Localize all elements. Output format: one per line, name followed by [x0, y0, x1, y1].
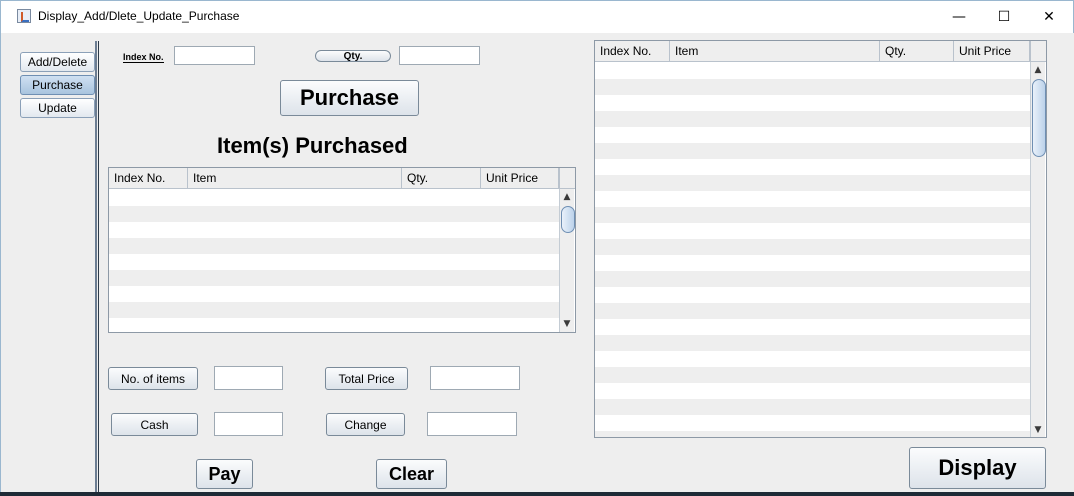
table-row[interactable]: [595, 79, 1030, 95]
table-row[interactable]: [595, 239, 1030, 255]
java-app-icon: [17, 9, 31, 23]
scroll-down-icon[interactable]: ▼: [560, 316, 574, 331]
table-row[interactable]: [595, 287, 1030, 303]
cash-field[interactable]: [214, 412, 283, 436]
tab-purchase[interactable]: Purchase: [20, 75, 95, 95]
table-row[interactable]: [109, 318, 559, 332]
no-of-items-field[interactable]: [214, 366, 283, 390]
index-no-label: Index No.: [123, 52, 164, 63]
total-price-button[interactable]: Total Price: [325, 367, 408, 390]
table-row[interactable]: [595, 399, 1030, 415]
no-of-items-button[interactable]: No. of items: [108, 367, 198, 390]
table-row[interactable]: [595, 191, 1030, 207]
content-area: Add/Delete Purchase Update Index No. Qty…: [2, 33, 1074, 496]
table-row[interactable]: [595, 319, 1030, 335]
app-window: Display_Add/Dlete_Update_Purchase — ☐ ✕ …: [0, 0, 1074, 496]
table-row[interactable]: [595, 383, 1030, 399]
vertical-scrollbar[interactable]: ▲ ▼: [1030, 62, 1046, 437]
table-row[interactable]: [109, 302, 559, 318]
column-header-unit-price[interactable]: Unit Price: [481, 168, 559, 189]
window-title: Display_Add/Dlete_Update_Purchase: [38, 9, 240, 23]
table-row[interactable]: [109, 286, 559, 302]
table-row[interactable]: [595, 415, 1030, 431]
table-row[interactable]: [595, 159, 1030, 175]
table-row[interactable]: [109, 270, 559, 286]
table-row[interactable]: [595, 95, 1030, 111]
table-row[interactable]: [595, 223, 1030, 239]
table-rows: [595, 63, 1030, 437]
column-header-item[interactable]: Item: [188, 168, 402, 189]
minimize-button[interactable]: —: [936, 1, 982, 33]
pay-button[interactable]: Pay: [196, 459, 253, 489]
table-row[interactable]: [595, 111, 1030, 127]
vertical-scrollbar[interactable]: ▲ ▼: [559, 189, 575, 332]
total-price-field[interactable]: [430, 366, 520, 390]
table-row[interactable]: [595, 431, 1030, 437]
table-row[interactable]: [595, 351, 1030, 367]
change-field[interactable]: [427, 412, 517, 436]
column-header-qty[interactable]: Qty.: [880, 41, 954, 62]
table-row[interactable]: [109, 238, 559, 254]
table-row[interactable]: [109, 190, 559, 206]
purchased-items-table[interactable]: Index No. Item Qty. Unit Price ▲ ▼: [108, 167, 576, 333]
column-header-index[interactable]: Index No.: [595, 41, 670, 62]
table-row[interactable]: [109, 222, 559, 238]
table-row[interactable]: [595, 255, 1030, 271]
table-row[interactable]: [595, 63, 1030, 79]
scroll-thumb[interactable]: [561, 206, 575, 233]
scroll-up-icon[interactable]: ▲: [560, 189, 574, 204]
tab-add-delete[interactable]: Add/Delete: [20, 52, 95, 72]
title-bar[interactable]: Display_Add/Dlete_Update_Purchase — ☐ ✕: [1, 1, 1073, 33]
clear-button[interactable]: Clear: [376, 459, 447, 489]
table-row[interactable]: [595, 303, 1030, 319]
scroll-thumb[interactable]: [1032, 79, 1046, 157]
column-header-item[interactable]: Item: [670, 41, 880, 62]
tab-divider: [95, 41, 97, 493]
table-row[interactable]: [595, 271, 1030, 287]
items-purchased-heading: Item(s) Purchased: [217, 133, 408, 158]
purchase-button[interactable]: Purchase: [280, 80, 419, 116]
scroll-down-icon[interactable]: ▼: [1031, 422, 1045, 437]
table-row[interactable]: [595, 175, 1030, 191]
column-header-index[interactable]: Index No.: [109, 168, 188, 189]
display-button[interactable]: Display: [909, 447, 1046, 489]
table-row[interactable]: [595, 367, 1030, 383]
cash-button[interactable]: Cash: [111, 413, 198, 436]
qty-field[interactable]: [399, 46, 480, 65]
table-rows: [109, 190, 559, 332]
qty-label-button[interactable]: Qty.: [315, 50, 391, 62]
table-header: Index No. Item Qty. Unit Price: [109, 168, 559, 189]
tab-update[interactable]: Update: [20, 98, 95, 118]
table-row[interactable]: [595, 127, 1030, 143]
column-header-qty[interactable]: Qty.: [402, 168, 481, 189]
close-button[interactable]: ✕: [1026, 1, 1072, 33]
index-no-field[interactable]: [174, 46, 255, 65]
scroll-up-icon[interactable]: ▲: [1031, 62, 1045, 77]
taskbar-edge: [0, 492, 1074, 496]
table-row[interactable]: [109, 206, 559, 222]
tab-divider-shadow: [98, 41, 99, 493]
inventory-table[interactable]: Index No. Item Qty. Unit Price ▲ ▼: [594, 40, 1047, 438]
table-row[interactable]: [109, 254, 559, 270]
column-header-unit-price[interactable]: Unit Price: [954, 41, 1030, 62]
maximize-button[interactable]: ☐: [981, 1, 1027, 33]
table-row[interactable]: [595, 335, 1030, 351]
table-row[interactable]: [595, 207, 1030, 223]
table-header: Index No. Item Qty. Unit Price: [595, 41, 1030, 62]
table-corner: [559, 168, 575, 189]
change-button[interactable]: Change: [326, 413, 405, 436]
table-corner: [1030, 41, 1046, 62]
table-row[interactable]: [595, 143, 1030, 159]
